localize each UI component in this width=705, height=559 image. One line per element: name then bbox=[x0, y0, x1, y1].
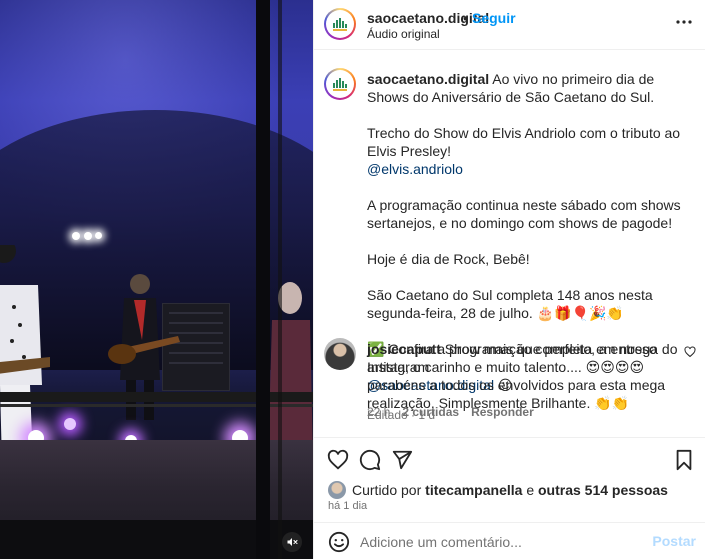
share-button[interactable] bbox=[390, 448, 414, 472]
foreground-pole bbox=[278, 0, 282, 559]
likes-summary: Curtido por titecampanella e outras 514 … bbox=[328, 481, 668, 499]
comment-author[interactable]: josiecaputt bbox=[367, 341, 441, 357]
heart-icon[interactable] bbox=[684, 346, 696, 358]
more-options-button[interactable] bbox=[672, 10, 696, 34]
post-viewer: saocaetano.digital • Seguir Áudio origin… bbox=[0, 0, 705, 559]
mute-button[interactable] bbox=[282, 532, 302, 552]
post-header: saocaetano.digital • Seguir Áudio origin… bbox=[314, 0, 705, 50]
likes-prefix: Curtido por bbox=[352, 482, 422, 498]
brand-logo-icon bbox=[333, 18, 347, 31]
more-horizontal-icon bbox=[676, 20, 692, 24]
comments-area[interactable]: saocaetano.digital Ao vivo no primeiro d… bbox=[314, 51, 705, 436]
like-button[interactable] bbox=[326, 448, 350, 472]
follow-button[interactable]: Seguir bbox=[472, 10, 516, 26]
post-comment-button[interactable]: Postar bbox=[652, 533, 696, 549]
post-time[interactable]: há 1 dia bbox=[328, 500, 367, 512]
caption-line: Trecho do Show do Elvis Andriolo com o t… bbox=[367, 125, 681, 159]
comment-text: josiecaputt Show mais que perfeito, a en… bbox=[367, 340, 679, 412]
caption-line: A programação continua neste sábado com … bbox=[367, 197, 681, 231]
brand-logo-icon bbox=[333, 78, 347, 91]
comment-button[interactable] bbox=[358, 448, 382, 472]
likes-others[interactable]: outras 514 pessoas bbox=[538, 482, 668, 498]
post-panel: saocaetano.digital • Seguir Áudio origin… bbox=[313, 0, 705, 559]
avatar[interactable] bbox=[324, 338, 356, 370]
stage-light bbox=[72, 232, 80, 240]
comment-likes[interactable]: 2 curtidas bbox=[402, 405, 459, 419]
caption-line: Hoje é dia de Rock, Bebê! bbox=[367, 251, 530, 267]
speaker-muted-icon bbox=[287, 538, 298, 546]
audience-figure bbox=[268, 282, 313, 460]
separator-dot: • bbox=[463, 10, 468, 26]
heart-icon bbox=[327, 449, 349, 470]
avatar[interactable] bbox=[324, 8, 356, 40]
caption-line: São Caetano do Sul completa 148 anos nes… bbox=[367, 287, 653, 321]
comment-input[interactable] bbox=[360, 532, 650, 552]
stage-light bbox=[64, 418, 76, 430]
post-video[interactable] bbox=[0, 0, 313, 559]
caption-author[interactable]: saocaetano.digital bbox=[367, 71, 489, 87]
avatar[interactable] bbox=[324, 68, 356, 100]
stage-light bbox=[84, 232, 92, 240]
emoji-icon[interactable] bbox=[328, 531, 350, 553]
send-icon bbox=[392, 450, 413, 470]
comment-icon bbox=[359, 449, 381, 471]
bookmark-icon bbox=[676, 449, 692, 471]
action-bar bbox=[314, 437, 705, 480]
comment-time[interactable]: 22 h bbox=[367, 405, 390, 419]
reply-button[interactable]: Responder bbox=[471, 405, 534, 419]
liker-username[interactable]: titecampanella bbox=[425, 482, 522, 498]
avatar[interactable] bbox=[328, 481, 346, 499]
stage-light bbox=[95, 232, 102, 239]
mention-link[interactable]: @elvis.andriolo bbox=[367, 161, 463, 177]
add-comment-bar: Postar bbox=[314, 522, 705, 559]
foreground-pole bbox=[256, 0, 270, 559]
likes-middle: e bbox=[526, 482, 535, 498]
comment-meta: 22 h 2 curtidas Responder bbox=[367, 405, 534, 419]
save-button[interactable] bbox=[672, 448, 696, 472]
audio-label[interactable]: Áudio original bbox=[367, 27, 440, 41]
post-author[interactable]: saocaetano.digital bbox=[367, 10, 489, 26]
